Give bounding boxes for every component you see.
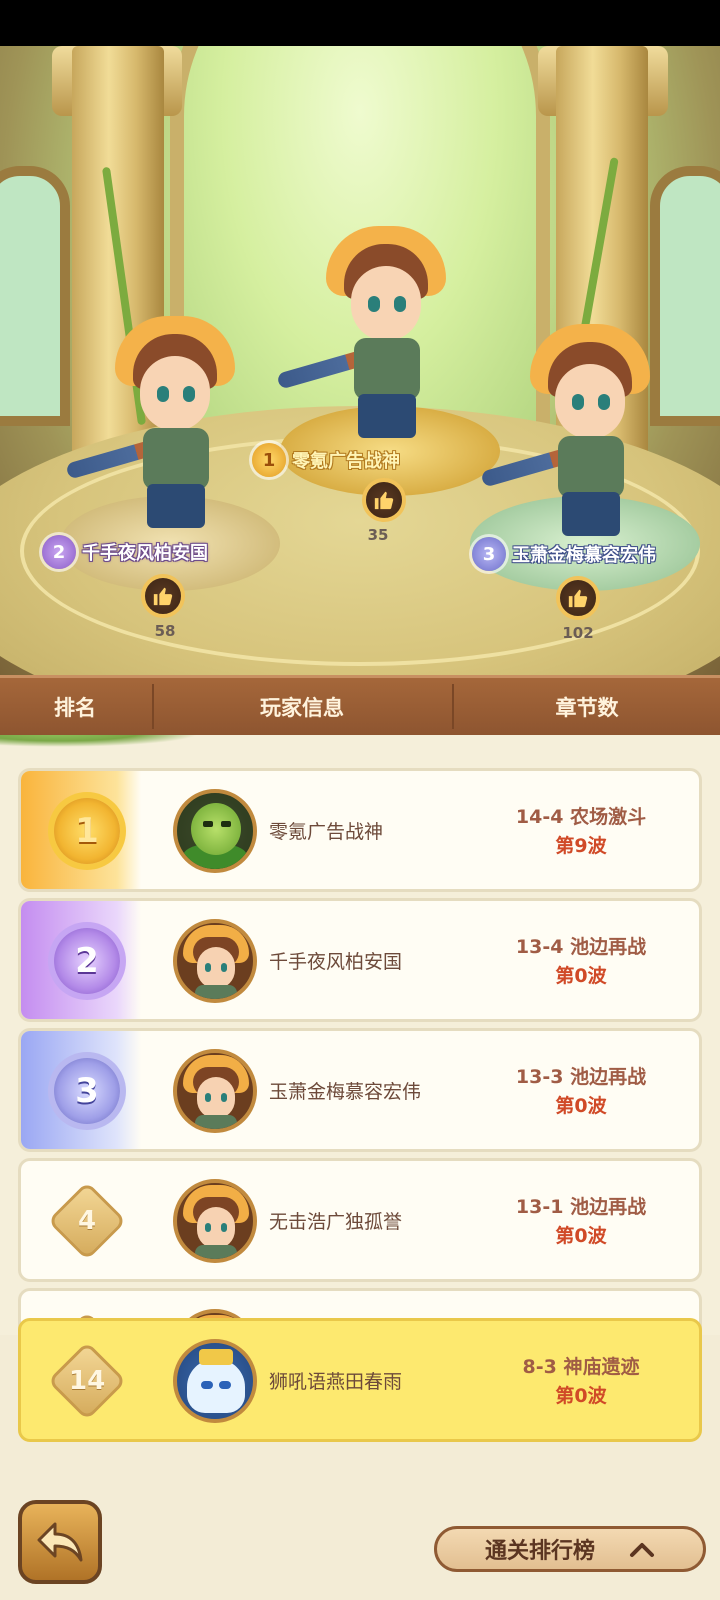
chapter-wave: 第0波 <box>555 965 607 987</box>
player-name: 千手夜风柏安国 <box>269 950 403 973</box>
chapter-wave: 第0波 <box>555 1225 607 1247</box>
chapter-stage: 13-4 池边再战 <box>515 936 647 958</box>
header-rank: 排名 <box>54 695 96 720</box>
like-count: 58 <box>154 622 176 640</box>
bronze-medal-icon: 3 <box>45 1051 129 1131</box>
window-right <box>650 166 720 426</box>
like-button-third[interactable] <box>556 576 600 620</box>
chapter-wave: 第0波 <box>555 1095 607 1117</box>
ghost-king-avatar[interactable] <box>173 1339 257 1423</box>
like-count: 35 <box>367 526 389 544</box>
podium-nametag-second: 2 千手夜风柏安国 <box>42 534 208 570</box>
back-arrow-icon <box>37 1522 83 1562</box>
player-name: 无击浩广独孤誉 <box>269 1210 403 1233</box>
my-rank-row[interactable]: 14 狮吼语燕田春雨 8-3 神庙遗迹 第0波 <box>18 1318 702 1442</box>
like-button-second[interactable] <box>141 574 185 618</box>
thumbs-up-icon <box>374 491 394 510</box>
status-bar <box>0 0 720 46</box>
chapter-info: 13-1 池边再战 第0波 <box>481 1161 681 1279</box>
chapter-info: 13-3 池边再战 第0波 <box>481 1031 681 1149</box>
like-count: 102 <box>562 624 594 642</box>
farmer-avatar[interactable] <box>173 1179 257 1263</box>
leaderboard-row[interactable]: 4 无击浩广独孤誉 13-1 池边再战 第0波 <box>18 1158 702 1282</box>
chevron-up-icon <box>630 1543 654 1557</box>
leaderboard-list[interactable]: 1 零氪广告战神 14-4 农场激斗 第9波 2 千手夜风柏安国 13-4 池边… <box>0 735 720 1335</box>
rank-medal-icon: 2 <box>42 535 76 569</box>
like-button-first[interactable] <box>362 478 406 522</box>
chapter-info: 13-4 池边再战 第0波 <box>481 901 681 1019</box>
player-name: 零氪广告战神 <box>269 820 384 843</box>
chapter-info: 8-3 神庙遗迹 第0波 <box>481 1321 681 1439</box>
player-name: 玉萧金梅慕容宏伟 <box>269 1080 422 1103</box>
leaderboard-row[interactable]: 2 千手夜风柏安国 13-4 池边再战 第0波 <box>18 898 702 1022</box>
chapter-wave: 第0波 <box>555 1385 607 1407</box>
farmer-avatar[interactable] <box>173 919 257 1003</box>
player-name: 狮吼语燕田春雨 <box>269 1370 403 1393</box>
plant-avatar[interactable] <box>173 789 257 873</box>
back-button[interactable] <box>18 1500 102 1584</box>
leaderboard-header: 排名 玩家信息 章节数 <box>0 675 720 735</box>
gold-medal-icon: 1 <box>45 791 129 871</box>
podium-character-second[interactable] <box>65 316 245 536</box>
podium-character-third[interactable] <box>480 324 660 544</box>
leaderboard-row[interactable]: 3 玉萧金梅慕容宏伟 13-3 池边再战 第0波 <box>18 1028 702 1152</box>
chapter-stage: 13-1 池边再战 <box>515 1196 647 1218</box>
header-chapters: 章节数 <box>555 695 619 720</box>
leaderboard-switch-button[interactable]: 通关排行榜 <box>434 1526 706 1572</box>
podium-name: 零氪广告战神 <box>292 451 400 472</box>
rank-medal-icon: 3 <box>472 537 506 571</box>
thumbs-up-icon <box>153 587 173 606</box>
chapter-stage: 13-3 池边再战 <box>515 1066 647 1088</box>
podium-nametag-first: 1 零氪广告战神 <box>252 442 400 478</box>
farmer-avatar[interactable] <box>173 1049 257 1133</box>
chapter-stage: 8-3 神庙遗迹 <box>522 1356 640 1378</box>
leaderboard-row[interactable]: 1 零氪广告战神 14-4 农场激斗 第9波 <box>18 768 702 892</box>
podium-character-first[interactable] <box>276 226 456 446</box>
silver-medal-icon: 2 <box>45 921 129 1001</box>
chapter-stage: 14-4 农场激斗 <box>515 806 647 828</box>
chapter-wave: 第9波 <box>555 835 607 857</box>
chapter-info: 14-4 农场激斗 第9波 <box>481 771 681 889</box>
rank-medal-icon: 1 <box>252 443 286 477</box>
thumbs-up-icon <box>568 589 588 608</box>
rank-diamond-icon: 4 <box>45 1181 129 1261</box>
header-player-info: 玩家信息 <box>260 695 344 720</box>
podium-name: 玉萧金梅慕容宏伟 <box>512 545 656 566</box>
board-label: 通关排行榜 <box>484 1539 595 1564</box>
window-left <box>0 166 70 426</box>
rank-diamond-icon: 14 <box>45 1341 129 1421</box>
podium-name: 千手夜风柏安国 <box>82 543 208 564</box>
podium-nametag-third: 3 玉萧金梅慕容宏伟 <box>472 536 656 572</box>
podium-scene: 1 零氪广告战神 2 千手夜风柏安国 3 玉萧金梅慕容宏伟 35 58 102 <box>0 46 720 676</box>
